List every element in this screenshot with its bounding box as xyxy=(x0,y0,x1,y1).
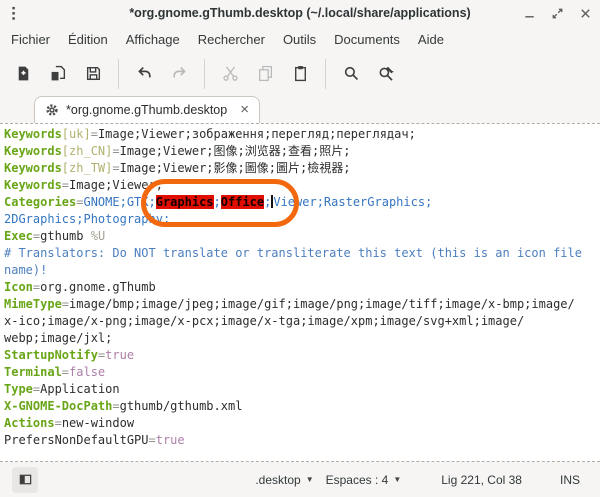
menu-item-1[interactable]: Édition xyxy=(59,28,117,51)
open-document-icon xyxy=(50,65,67,82)
menu-item-3[interactable]: Rechercher xyxy=(189,28,274,51)
save-icon xyxy=(85,65,102,82)
text-line: Actions=new-window xyxy=(4,415,600,432)
tab-bar: *org.gnome.gThumb.desktop × xyxy=(0,95,600,123)
text-line: Keywords[zh_CN]=Image;Viewer;图像;浏览器;查看;照… xyxy=(4,143,600,160)
restore-icon xyxy=(550,6,565,21)
titlebar: *org.gnome.gThumb.desktop (~/.local/shar… xyxy=(0,0,600,26)
gedit-window: *org.gnome.gThumb.desktop (~/.local/shar… xyxy=(0,0,600,497)
tab-active[interactable]: *org.gnome.gThumb.desktop × xyxy=(34,96,260,123)
find-icon xyxy=(343,65,360,82)
undo-button[interactable] xyxy=(129,59,159,89)
statusbar: .desktop ▼ Espaces : 4 ▼ Lig 221, Col 38… xyxy=(0,462,600,497)
text-line: Categories=GNOME;GTK;Graphics;Office;Vie… xyxy=(4,194,600,211)
text-line: Type=Application xyxy=(4,381,600,398)
minimize-button[interactable] xyxy=(518,2,540,24)
cut-icon xyxy=(222,65,239,82)
text-line: StartupNotify=true xyxy=(4,347,600,364)
find-replace-icon xyxy=(378,65,395,82)
menubar: FichierÉditionAffichageRechercherOutilsD… xyxy=(0,26,600,52)
minimize-icon xyxy=(522,6,537,21)
window-controls xyxy=(518,0,596,26)
text-line: x-ico;image/x-png;image/x-pcx;image/x-tg… xyxy=(4,313,600,330)
close-icon xyxy=(578,6,593,21)
redo-button xyxy=(164,59,194,89)
text-editor[interactable]: Keywords[uk]=Image;Viewer;зображення;пер… xyxy=(0,123,600,462)
menu-item-2[interactable]: Affichage xyxy=(117,28,189,51)
text-line: # Translators: Do NOT translate or trans… xyxy=(4,245,600,262)
text-line: PrefersNonDefaultGPU=true xyxy=(4,432,600,449)
chevron-down-icon: ▼ xyxy=(306,475,314,484)
tab-width-dropdown[interactable]: Espaces : 4 ▼ xyxy=(320,469,408,491)
statusbar-right: .desktop ▼ Espaces : 4 ▼ Lig 221, Col 38… xyxy=(249,469,588,491)
restore-button[interactable] xyxy=(546,2,568,24)
find-button[interactable] xyxy=(336,59,366,89)
menu-item-4[interactable]: Outils xyxy=(274,28,325,51)
side-panel-toggle[interactable] xyxy=(12,467,38,493)
text-line: name)! xyxy=(4,262,600,279)
menu-item-0[interactable]: Fichier xyxy=(2,28,59,51)
kebab-menu-icon xyxy=(6,5,21,22)
open-document-button[interactable] xyxy=(43,59,73,89)
cut-button xyxy=(215,59,245,89)
copy-button xyxy=(250,59,280,89)
new-document-icon xyxy=(15,65,32,82)
save-button[interactable] xyxy=(78,59,108,89)
text-line: Keywords=Image;Viewer; xyxy=(4,177,600,194)
window-title: *org.gnome.gThumb.desktop (~/.local/shar… xyxy=(0,6,600,20)
insert-mode-indicator: INS xyxy=(554,469,586,491)
tab-close-icon[interactable]: × xyxy=(240,103,249,117)
tab-label: *org.gnome.gThumb.desktop xyxy=(66,103,227,117)
menu-item-6[interactable]: Aide xyxy=(409,28,453,51)
undo-icon xyxy=(136,65,153,82)
filetype-dropdown[interactable]: .desktop ▼ xyxy=(249,469,319,491)
find-replace-button[interactable] xyxy=(371,59,401,89)
text-line: MimeType=image/bmp;image/jpeg;image/gif;… xyxy=(4,296,600,313)
copy-icon xyxy=(257,65,274,82)
text-line: Keywords[uk]=Image;Viewer;зображення;пер… xyxy=(4,126,600,143)
toolbar-separator xyxy=(118,59,119,89)
app-menu-button[interactable] xyxy=(0,0,26,26)
text-line: Keywords[zh_TW]=Image;Viewer;影像;圖像;圖片;檢視… xyxy=(4,160,600,177)
redo-icon xyxy=(171,65,188,82)
cursor-position: Lig 221, Col 38 xyxy=(435,469,528,491)
text-line: 2DGraphics;Photography; xyxy=(4,211,600,228)
close-button[interactable] xyxy=(574,2,596,24)
text-line: Icon=org.gnome.gThumb xyxy=(4,279,600,296)
text-line: Terminal=false xyxy=(4,364,600,381)
text-line: X-GNOME-DocPath=gthumb/gthumb.xml xyxy=(4,398,600,415)
toolbar-separator xyxy=(325,59,326,89)
filetype-label: .desktop xyxy=(255,473,300,487)
text-line: webp;image/jxl; xyxy=(4,330,600,347)
toolbar xyxy=(0,52,600,95)
paste-icon xyxy=(292,65,309,82)
paste-button[interactable] xyxy=(285,59,315,89)
side-panel-icon xyxy=(18,472,33,487)
new-document-button[interactable] xyxy=(8,59,38,89)
toolbar-separator xyxy=(204,59,205,89)
tab-width-label: Espaces : 4 xyxy=(326,473,389,487)
chevron-down-icon: ▼ xyxy=(393,475,401,484)
text-line: Exec=gthumb %U xyxy=(4,228,600,245)
menu-item-5[interactable]: Documents xyxy=(325,28,409,51)
gear-icon xyxy=(45,103,59,117)
